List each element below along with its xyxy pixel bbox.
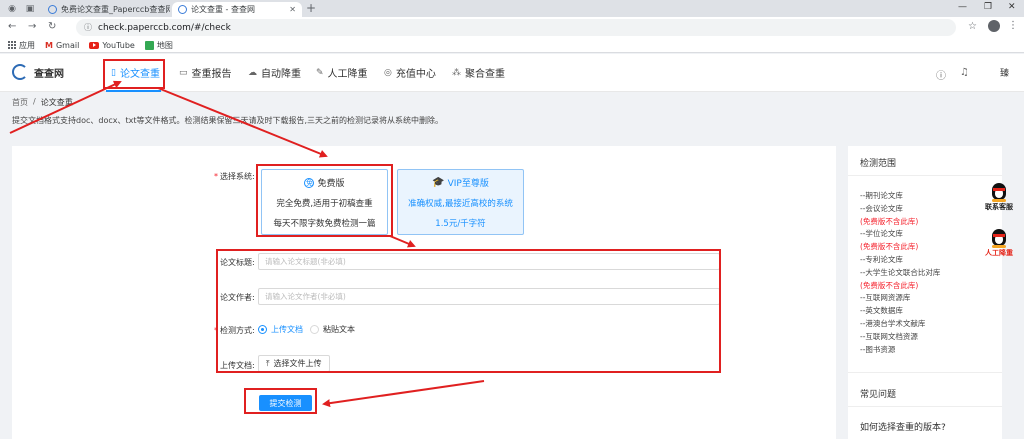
browser-tab[interactable]: 免费论文查重_Paperccb查查网论 ✕ (42, 2, 170, 17)
qq-penguin-icon (990, 226, 1008, 248)
restore-icon[interactable]: ❐ (984, 2, 992, 12)
scope-title: 检测范围 (860, 159, 897, 169)
report-icon: ▭ (179, 67, 188, 78)
scope-item: --图书资源 (860, 344, 896, 354)
divider (848, 175, 1002, 176)
scope-item-note: (免费版不含此库) (860, 242, 919, 252)
bookmark-gmail[interactable]: M Gmail (45, 41, 79, 50)
menu-kebab-icon[interactable]: ⋮ (1008, 20, 1018, 31)
annotation-box-submit (244, 388, 317, 414)
divider (848, 372, 1002, 373)
nav-manual-reduce[interactable]: ✎ 人工降重 (316, 65, 368, 81)
url-field[interactable]: ⓘ check.paperccb.com/#/check (76, 19, 956, 36)
cloud-icon: ☁ (248, 67, 257, 78)
faq-item[interactable]: 如何选择查重的版本? (860, 420, 946, 433)
chrome-icon[interactable]: ◉ (4, 2, 20, 15)
breadcrumb-current: 论文查重 (40, 98, 73, 107)
breadcrumb-home[interactable]: 首页 (12, 97, 28, 108)
youtube-icon (89, 41, 100, 49)
bookmark-maps[interactable]: 地图 (144, 40, 173, 51)
site-logo[interactable]: 查查网 (12, 64, 64, 80)
close-tab-icon[interactable]: ✕ (285, 5, 296, 14)
vip-version-price: 1.5元/千字符 (435, 219, 486, 229)
info-icon[interactable]: ⓘ (84, 22, 92, 33)
annotation-box-form (216, 249, 721, 373)
forward-icon[interactable]: → (28, 21, 36, 32)
divider (848, 406, 1002, 407)
reload-icon[interactable]: ↻ (48, 21, 56, 32)
scope-item: --英文数据库 (860, 306, 903, 316)
scope-item: --学位论文库 (860, 229, 903, 239)
active-nav-indicator (106, 90, 161, 92)
nav-auto-reduce[interactable]: ☁ 自动降重 (248, 65, 301, 81)
breadcrumb: 首页 / 论文查重 (12, 97, 73, 108)
scope-item: --大学生论文联合比对库 (860, 267, 941, 277)
back-icon[interactable]: ← (8, 21, 16, 32)
maps-icon (144, 40, 154, 50)
scope-item: --专利论文库 (860, 254, 903, 264)
scope-item: --港澳台学术文献库 (860, 318, 926, 328)
scope-item: --期刊论文库 (860, 191, 903, 200)
minimize-icon[interactable]: — (958, 2, 967, 12)
vip-version-desc: 准确权威,最接近高校的系统 (408, 199, 513, 209)
coin-icon: ◎ (384, 67, 392, 78)
contact-service-widget[interactable]: 联系客服 (980, 180, 1018, 212)
site-favicon (48, 5, 57, 14)
nav-report[interactable]: ▭ 查重报告 (179, 65, 232, 81)
faq-title: 常见问题 (860, 390, 897, 400)
manual-reduce-widget[interactable]: 人工降重 (980, 226, 1018, 258)
help-icon[interactable]: ⓘ (936, 67, 946, 82)
apps-grid-icon (8, 41, 16, 49)
nav-aggregate[interactable]: ⁂ 聚合查重 (452, 65, 505, 81)
vip-version-option[interactable]: 🎓 VIP至尊版 准确权威,最接近高校的系统 1.5元/千字符 (397, 169, 524, 235)
annotation-box-nav (103, 59, 165, 89)
scope-item: --互联网资源库 (860, 293, 911, 303)
bell-icon[interactable]: ♫ (960, 67, 969, 78)
gmail-icon: M (45, 40, 53, 50)
pinned-tab-icon[interactable]: ▣ (22, 2, 38, 15)
browser-tab-strip: ◉ ▣ 免费论文查重_Paperccb查查网论 ✕ 论文查重 - 查查网 ✕ +… (0, 0, 1024, 17)
sidebar-card: 检测范围 --期刊论文库 --会议论文库 (免费版不含此库) --学位论文库 (… (848, 146, 1002, 439)
scope-item: --互联网文档资源 (860, 331, 918, 341)
bookmark-youtube[interactable]: YouTube (89, 41, 135, 50)
user-name[interactable]: 臻 (1000, 66, 1009, 79)
scope-list: --期刊论文库 --会议论文库 (免费版不含此库) --学位论文库 (免费版不含… (860, 190, 940, 356)
site-favicon (178, 5, 187, 14)
format-notice: 提交文档格式支持doc、docx、txt等文件格式。检测结果保留三天请及时下载报… (12, 116, 444, 125)
bookmark-star-icon[interactable]: ☆ (968, 21, 977, 32)
browser-tab-active[interactable]: 论文查重 - 查查网 ✕ (172, 2, 302, 17)
scope-item-note: (免费版不含此库) (860, 280, 919, 290)
close-window-icon[interactable]: ✕ (1008, 2, 1016, 12)
cluster-icon: ⁂ (452, 67, 461, 78)
new-tab-button[interactable]: + (306, 1, 316, 15)
nav-recharge[interactable]: ◎ 充值中心 (384, 65, 436, 81)
breadcrumb-separator: / (33, 97, 36, 106)
qq-penguin-icon (990, 180, 1008, 202)
bookmarks-bar: 应用 M Gmail YouTube 地图 (0, 38, 1024, 53)
scope-item-note: (免费版不含此库) (860, 216, 919, 226)
system-label: * 选择系统: (214, 172, 255, 181)
scope-item: --会议论文库 (860, 203, 903, 213)
address-bar-row: ← → ↻ ⓘ check.paperccb.com/#/check ☆ ⋮ (0, 17, 1024, 38)
vip-version-title: VIP至尊版 (447, 179, 489, 189)
logo-icon (12, 64, 28, 80)
graduation-cap-icon: 🎓 (432, 177, 445, 188)
profile-avatar[interactable] (988, 20, 1000, 32)
bookmark-apps[interactable]: 应用 (8, 40, 35, 51)
edit-icon: ✎ (316, 67, 324, 78)
annotation-box-free (256, 164, 393, 237)
